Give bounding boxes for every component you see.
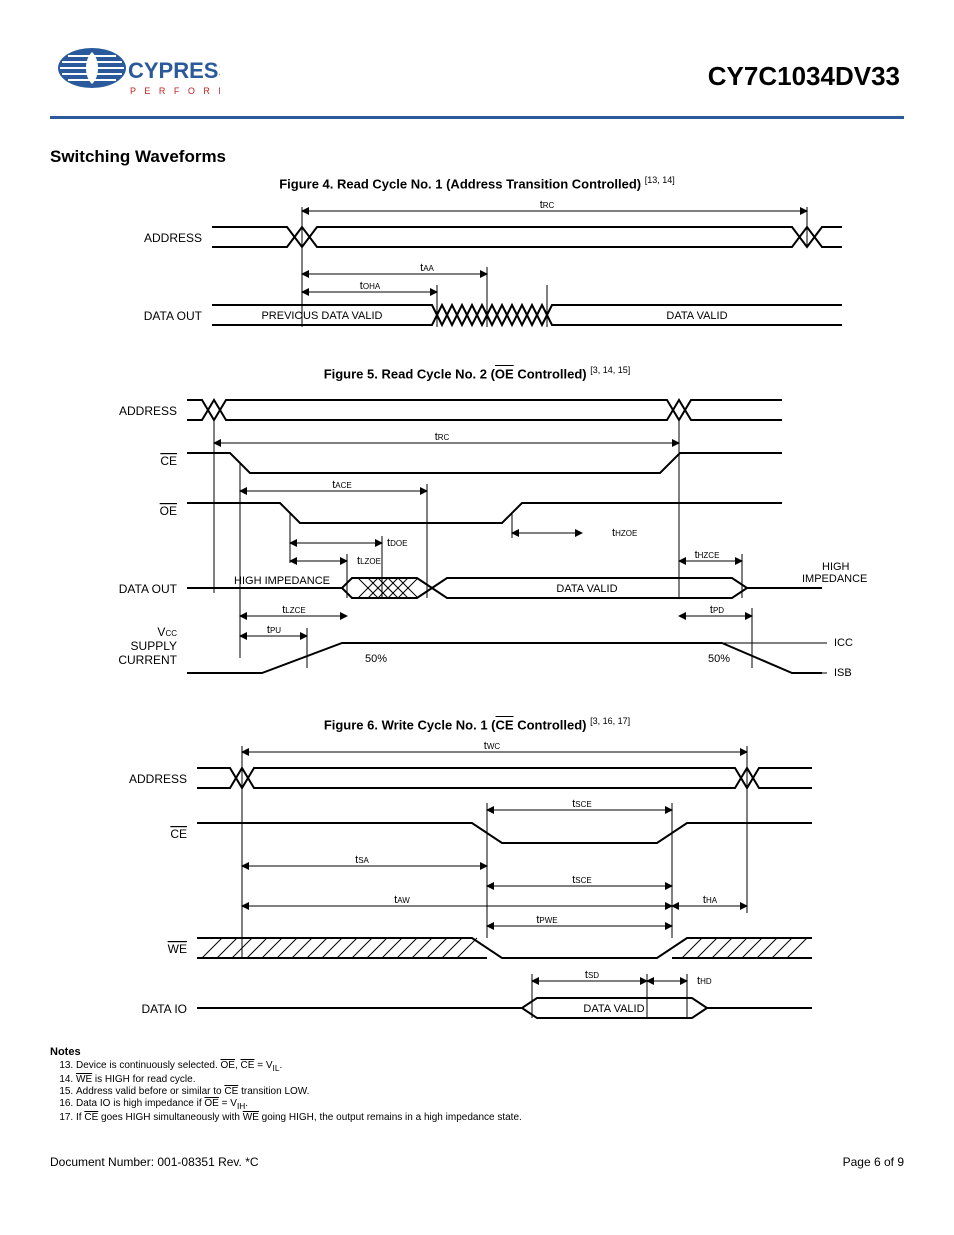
svg-text:CE: CE [170, 827, 187, 841]
svg-text:tPWE: tPWE [536, 914, 557, 926]
svg-text:HIGH: HIGH [822, 561, 850, 573]
note-13: Device is continuously selected. OE, CE … [76, 1060, 904, 1073]
svg-text:tPD: tPD [710, 604, 724, 616]
svg-text:DATA VALID: DATA VALID [666, 310, 727, 322]
figure4-caption: Figure 4. Read Cycle No. 1 (Address Tran… [50, 175, 904, 191]
svg-text:tAW: tAW [394, 894, 410, 906]
svg-text:50%: 50% [365, 653, 387, 665]
note-17: If CE goes HIGH simultaneously with WE g… [76, 1112, 904, 1123]
svg-text:tPU: tPU [267, 624, 281, 636]
svg-text:tHD: tHD [697, 975, 712, 987]
svg-text:tDOE: tDOE [387, 537, 407, 549]
figure5-diagram: ADDRESS tRC CE tACE OE tHZOE tDOE tLZOE … [82, 388, 872, 698]
figure6-caption: Figure 6. Write Cycle No. 1 (CE Controll… [50, 716, 904, 732]
svg-text:SUPPLY: SUPPLY [131, 639, 177, 653]
svg-text:tHZOE: tHZOE [612, 527, 637, 539]
svg-text:tOHA: tOHA [360, 280, 381, 292]
svg-text:ISB: ISB [834, 667, 852, 679]
svg-text:ADDRESS: ADDRESS [129, 772, 187, 786]
figure6-caption-a: Figure 6. Write Cycle No. 1 ( [324, 717, 496, 732]
note-15: Address valid before or similar to CE tr… [76, 1086, 904, 1097]
cypress-logo: CYPRESS P E R F O R M [50, 40, 220, 112]
figure4-caption-text: Figure 4. Read Cycle No. 1 (Address Tran… [279, 176, 641, 191]
part-number: CY7C1034DV33 [708, 61, 900, 92]
svg-text:DATA OUT: DATA OUT [144, 309, 203, 323]
svg-text:VCC: VCC [157, 625, 177, 639]
svg-text:DATA OUT: DATA OUT [119, 582, 178, 596]
svg-text:tLZCE: tLZCE [282, 604, 306, 616]
svg-text:tSCE: tSCE [572, 874, 592, 886]
svg-text:tRC: tRC [435, 431, 450, 443]
figure5-caption-a: Figure 5. Read Cycle No. 2 ( [324, 367, 495, 382]
note-14: WE is HIGH for read cycle. [76, 1074, 904, 1085]
figure4-refs: [13, 14] [645, 175, 675, 185]
svg-text:OE: OE [160, 504, 177, 518]
svg-text:tWC: tWC [484, 740, 501, 752]
svg-text:tSD: tSD [585, 969, 599, 981]
figure6-refs: [3, 16, 17] [590, 716, 630, 726]
note-16: Data IO is high impedance if OE = VIH. [76, 1098, 904, 1111]
svg-text:tRC: tRC [540, 199, 555, 211]
notes-list: Device is continuously selected. OE, CE … [50, 1060, 904, 1123]
svg-text:tSCE: tSCE [572, 798, 592, 810]
page-footer: Document Number: 001-08351 Rev. *C Page … [50, 1155, 904, 1169]
figure6-caption-b: Controlled) [514, 717, 587, 732]
svg-text:HIGH IMPEDANCE: HIGH IMPEDANCE [234, 575, 330, 587]
svg-text:CE: CE [160, 454, 177, 468]
svg-text:ADDRESS: ADDRESS [144, 231, 202, 245]
svg-text:tACE: tACE [332, 479, 352, 491]
figure5-caption-ov: OE [495, 367, 514, 382]
svg-text:tHZCE: tHZCE [695, 549, 720, 561]
svg-text:PREVIOUS DATA VALID: PREVIOUS DATA VALID [261, 310, 382, 322]
figure4-diagram: tRC ADDRESS tAA tOHA DATA OUT PREVIOUS D… [107, 197, 847, 347]
figure6-caption-ov: CE [496, 717, 514, 732]
figure5-caption: Figure 5. Read Cycle No. 2 (OE Controlle… [50, 365, 904, 381]
svg-text:ADDRESS: ADDRESS [119, 404, 177, 418]
svg-text:tHA: tHA [703, 894, 718, 906]
svg-text:ICC: ICC [834, 637, 853, 649]
logo-subtext: P E R F O R M [130, 86, 220, 96]
svg-text:DATA IO: DATA IO [141, 1002, 187, 1016]
notes-heading: Notes [50, 1046, 904, 1058]
svg-text:CURRENT: CURRENT [118, 653, 177, 667]
logo-text: CYPRESS [128, 58, 220, 83]
page-number: Page 6 of 9 [843, 1155, 904, 1169]
svg-text:tLZOE: tLZOE [357, 555, 381, 567]
figure6-diagram: tWC ADDRESS tSCE CE tSA tSCE tAW tHA tPW… [92, 738, 862, 1028]
figure5-refs: [3, 14, 15] [590, 365, 630, 375]
svg-text:DATA VALID: DATA VALID [583, 1003, 644, 1015]
figure5-caption-b: Controlled) [514, 367, 587, 382]
doc-number: Document Number: 001-08351 Rev. *C [50, 1155, 259, 1169]
svg-text:tSA: tSA [355, 854, 369, 866]
page-header: CYPRESS P E R F O R M CY7C1034DV33 [50, 40, 904, 119]
svg-text:tAA: tAA [420, 262, 434, 274]
svg-text:DATA VALID: DATA VALID [556, 583, 617, 595]
svg-text:IMPEDANCE: IMPEDANCE [802, 573, 867, 585]
section-title: Switching Waveforms [50, 147, 904, 167]
svg-text:50%: 50% [708, 653, 730, 665]
svg-text:WE: WE [168, 942, 187, 956]
